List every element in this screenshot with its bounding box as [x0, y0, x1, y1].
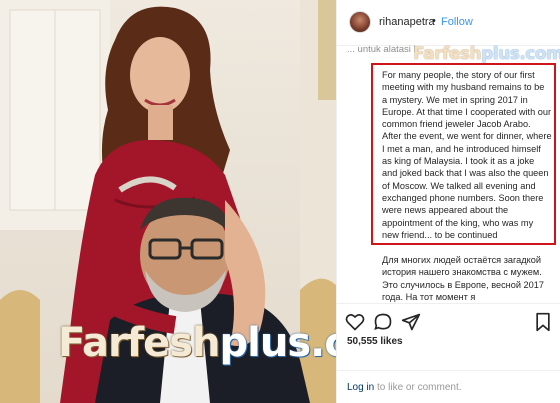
likes-count[interactable]: 50,555 likes — [347, 336, 403, 347]
login-link[interactable]: Log in — [347, 382, 374, 393]
highlight-box: For many people, the story of our first … — [371, 63, 556, 245]
caption-russian: Для многих людей остаётся загадкой истор… — [382, 255, 544, 302]
instagram-post: Farfeshplus.com rihanapetra • Follow ...… — [0, 0, 560, 403]
username-link[interactable]: rihanapetra — [379, 16, 435, 28]
post-header: rihanapetra • Follow — [337, 0, 560, 46]
avatar[interactable] — [349, 11, 371, 33]
sidebar-watermark: Farfeshplus.com — [413, 44, 560, 64]
login-footer: Log in to like or comment. — [337, 370, 560, 403]
login-prompt: Log in to like or comment. — [347, 382, 462, 393]
post-photo[interactable]: Farfeshplus.com — [0, 0, 336, 403]
sidebar-watermark-part1: Farfesh — [413, 44, 482, 64]
share-icon[interactable] — [401, 312, 421, 332]
bookmark-icon[interactable] — [533, 312, 553, 332]
heart-icon[interactable] — [345, 312, 365, 332]
post-sidebar: rihanapetra • Follow ... untuk alatasi h… — [336, 0, 560, 403]
watermark-part1: Farfesh — [58, 320, 221, 366]
login-rest-text: to like or comment. — [374, 382, 462, 393]
action-bar — [337, 303, 560, 337]
caption-english: For many people, the story of our first … — [382, 70, 552, 240]
sidebar-watermark-part2: plus — [481, 44, 520, 64]
separator-dot: • — [432, 15, 436, 27]
sidebar-watermark-suffix: .com — [519, 44, 560, 64]
watermark-part2: plus — [219, 320, 312, 366]
watermark: Farfeshplus.com — [58, 320, 336, 366]
watermark-suffix: .com — [310, 320, 336, 366]
comment-icon[interactable] — [373, 312, 393, 332]
previous-caption-fragment: ... untuk alatasi h — [347, 44, 419, 55]
follow-button[interactable]: Follow — [441, 16, 473, 28]
